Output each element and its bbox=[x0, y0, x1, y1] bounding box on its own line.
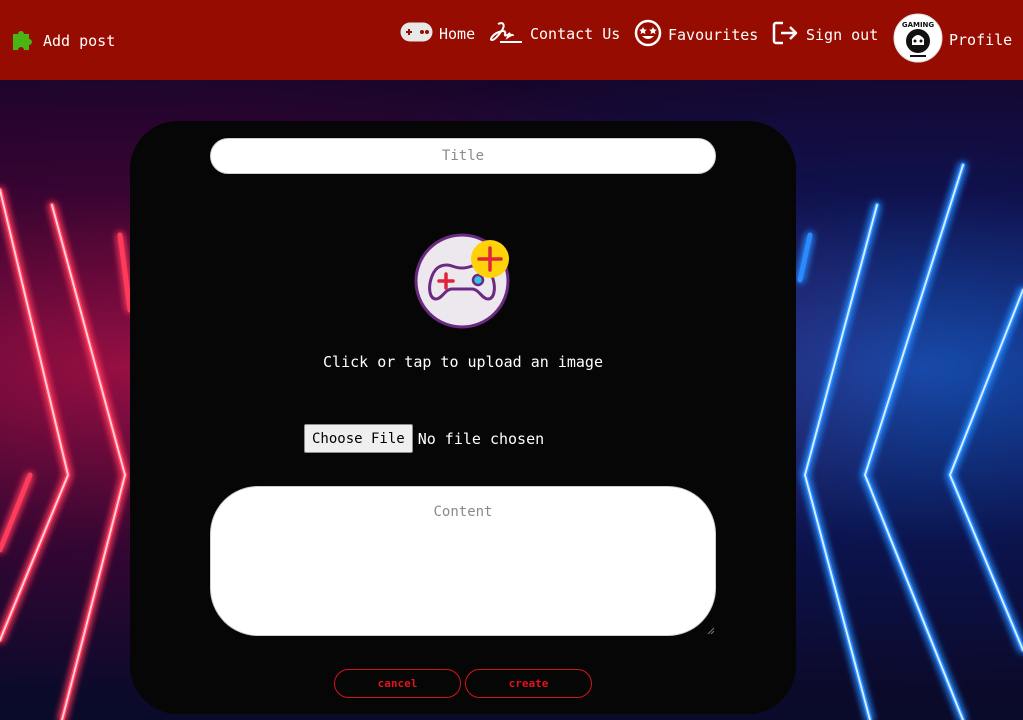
sign-out-icon bbox=[772, 20, 800, 50]
signature-icon bbox=[490, 20, 524, 48]
gamepad-icon bbox=[400, 22, 433, 46]
file-input[interactable]: Choose File No file chosen bbox=[304, 424, 544, 453]
nav-contact-us[interactable]: Contact Us bbox=[490, 20, 620, 48]
file-status-text: No file chosen bbox=[417, 429, 545, 448]
nav-contact-label: Contact Us bbox=[530, 25, 621, 43]
nav-sign-out-label: Sign out bbox=[806, 26, 879, 44]
star-eyes-icon bbox=[634, 19, 662, 51]
nav-home-label: Home bbox=[439, 25, 476, 43]
nav-sign-out[interactable]: Sign out bbox=[772, 20, 878, 50]
upload-instructions[interactable]: Click or tap to upload an image bbox=[130, 353, 796, 371]
nav-home[interactable]: Home bbox=[400, 22, 475, 46]
choose-file-button[interactable]: Choose File bbox=[304, 424, 413, 453]
resize-grip-icon[interactable] bbox=[706, 626, 715, 635]
nav-profile[interactable]: GAMING Profile bbox=[893, 13, 1012, 67]
add-post-form: Click or tap to upload an image Choose F… bbox=[130, 121, 796, 714]
nav-favourites-label: Favourites bbox=[668, 26, 759, 44]
nav-profile-label: Profile bbox=[949, 31, 1013, 49]
add-post-label: Add post bbox=[43, 31, 116, 50]
create-button[interactable]: create bbox=[465, 669, 592, 698]
title-input[interactable] bbox=[210, 138, 716, 174]
svg-text:GAMING: GAMING bbox=[902, 21, 935, 29]
puzzle-icon bbox=[10, 25, 37, 56]
top-navbar: Add post Home Contact Us Favourites Sign… bbox=[0, 0, 1023, 80]
upload-image-icon[interactable] bbox=[414, 229, 514, 329]
content-textarea[interactable] bbox=[210, 486, 716, 636]
avatar: GAMING bbox=[893, 13, 943, 67]
add-post-link[interactable]: Add post bbox=[10, 25, 115, 56]
nav-favourites[interactable]: Favourites bbox=[634, 19, 758, 51]
cancel-button[interactable]: cancel bbox=[334, 669, 461, 698]
